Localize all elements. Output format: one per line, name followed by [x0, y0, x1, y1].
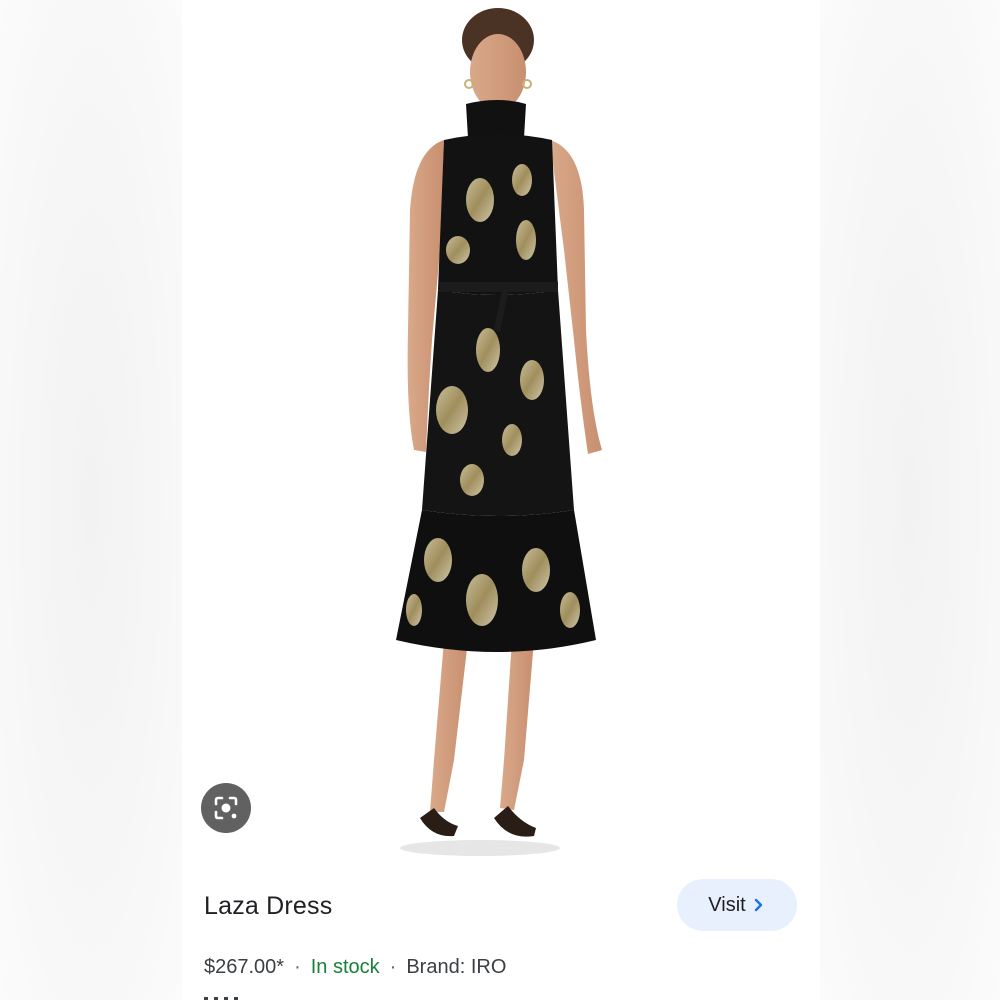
blurred-backdrop-left	[0, 0, 182, 1000]
product-meta-row: $267.00* · In stock · Brand: IRO	[204, 956, 506, 979]
dress-photo	[396, 8, 602, 856]
chevron-right-icon	[754, 898, 762, 912]
visit-button[interactable]: Visit	[677, 879, 797, 931]
product-card: Laza Dress Visit $267.00* · In stock · B…	[182, 0, 820, 1000]
product-image[interactable]	[182, 0, 820, 860]
screenshot: Laza Dress Visit $267.00* · In stock · B…	[0, 0, 1000, 1000]
google-lens-icon	[214, 796, 238, 820]
visit-button-label: Visit	[708, 893, 746, 916]
product-title[interactable]: Laza Dress	[204, 892, 332, 921]
meta-separator: ·	[389, 956, 397, 978]
meta-separator: ·	[294, 956, 301, 978]
blurred-backdrop-right	[820, 0, 1000, 1000]
product-brand: Brand: IRO	[406, 956, 507, 978]
product-price: $267.00*	[204, 956, 285, 978]
google-lens-button[interactable]	[201, 783, 251, 833]
truncated-next-line	[204, 992, 264, 1000]
stock-status: In stock	[310, 956, 380, 978]
